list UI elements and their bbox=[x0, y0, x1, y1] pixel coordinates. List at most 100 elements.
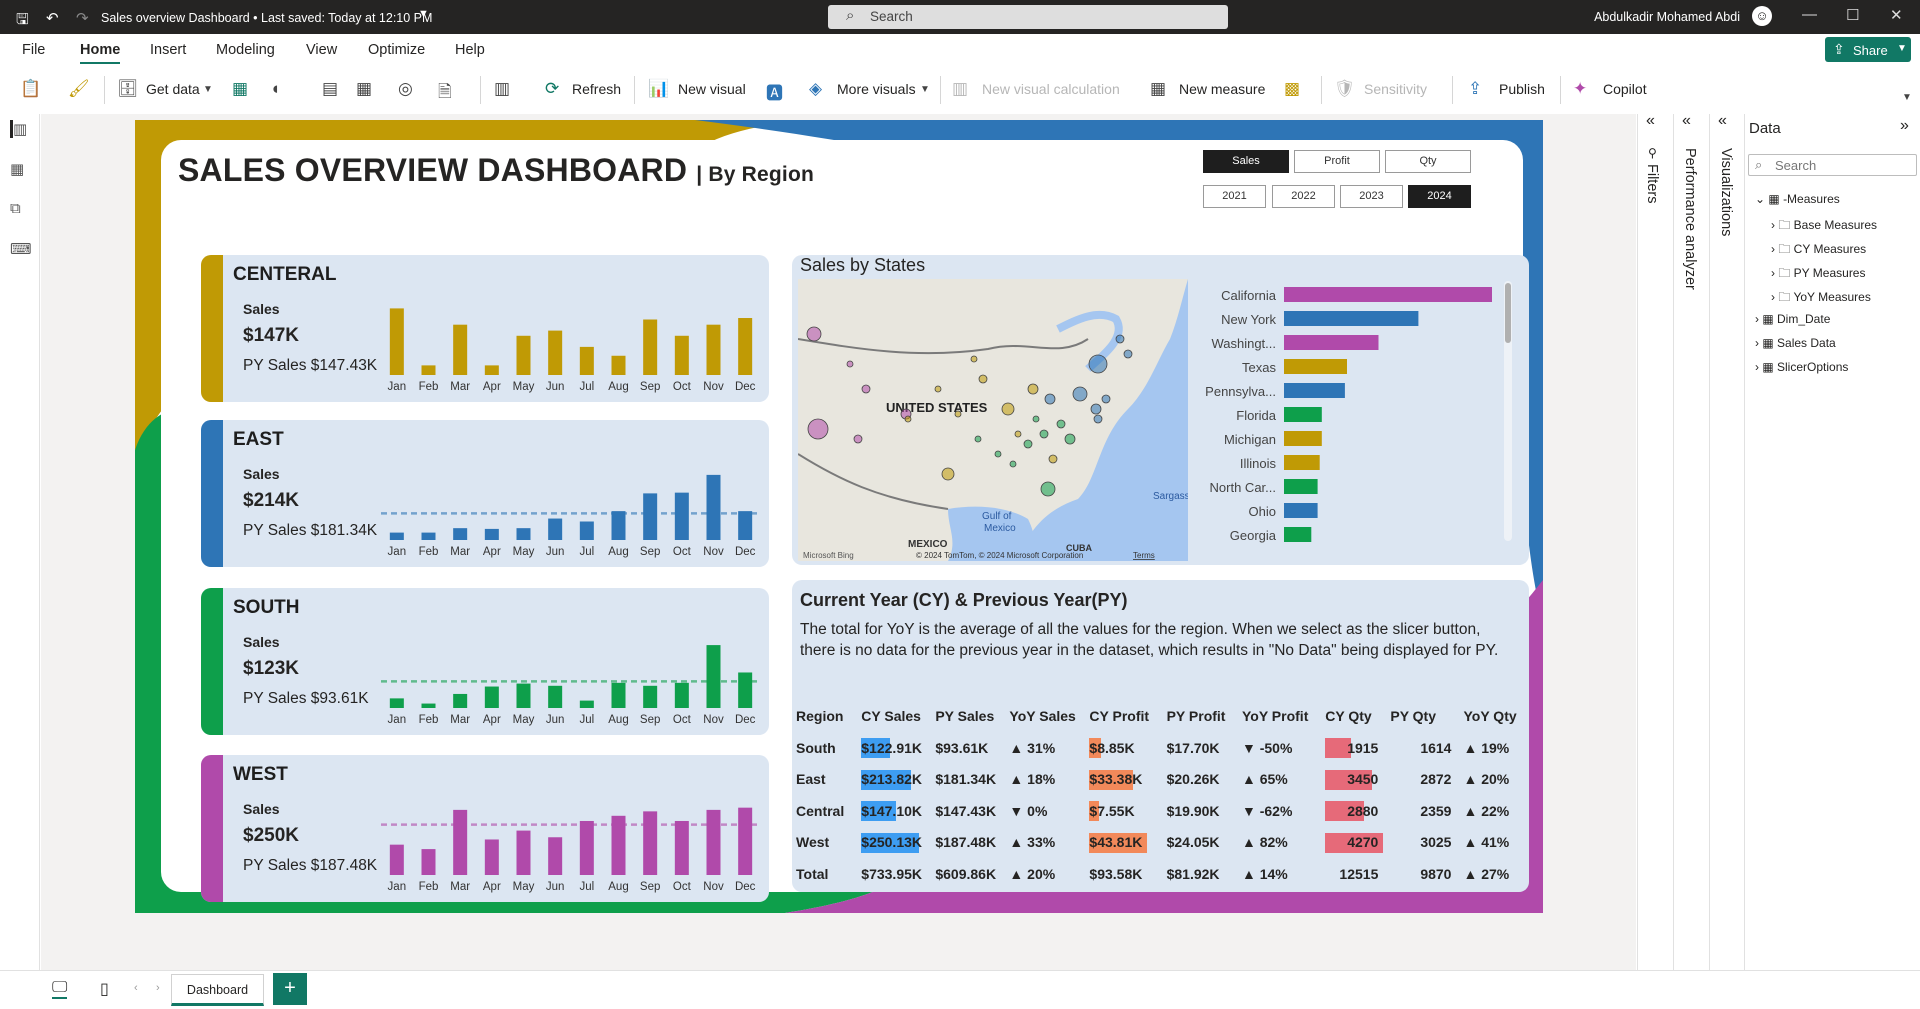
column-header[interactable]: PY Profit bbox=[1163, 700, 1238, 732]
month-bar[interactable] bbox=[674, 335, 689, 375]
state-bubble[interactable] bbox=[1001, 402, 1015, 416]
month-bar[interactable] bbox=[706, 645, 721, 708]
month-bar[interactable] bbox=[674, 820, 689, 875]
chevron-down-icon[interactable]: ▼ bbox=[920, 84, 930, 95]
expand-filters-icon[interactable]: « bbox=[1646, 112, 1655, 130]
month-bar[interactable] bbox=[611, 511, 626, 540]
month-bar[interactable] bbox=[674, 682, 689, 708]
month-bar[interactable] bbox=[421, 532, 436, 540]
tree-item-measures[interactable]: ⌄ ▦ -Measures bbox=[1755, 192, 1840, 206]
slicer-year-2021[interactable]: 2021 bbox=[1203, 185, 1266, 208]
column-header[interactable]: YoY Sales bbox=[1005, 700, 1085, 732]
slicer-sales[interactable]: Sales bbox=[1203, 150, 1289, 173]
state-bubble[interactable] bbox=[1027, 383, 1039, 395]
column-header[interactable]: YoY Qty bbox=[1459, 700, 1529, 732]
column-header[interactable]: CY Sales bbox=[857, 700, 931, 732]
monthly-sales-chart[interactable]: Jan Feb Mar Apr May Jun Jul Aug Sep Oct Nov Dec bbox=[381, 283, 761, 399]
table-view-icon[interactable]: ▦ bbox=[10, 160, 30, 178]
model-view-icon[interactable]: ⧉ bbox=[10, 200, 30, 218]
report-view-icon[interactable]: ▥ bbox=[10, 120, 30, 138]
state-bubble[interactable] bbox=[1088, 354, 1108, 374]
state-bubble[interactable] bbox=[1014, 430, 1022, 438]
month-bar[interactable] bbox=[484, 686, 499, 708]
table-row[interactable]: Central $147.10K $147.43K ▼ 0% $7.55K $19.90K… bbox=[792, 795, 1529, 827]
state-bubble[interactable] bbox=[934, 385, 942, 393]
state-bubble[interactable] bbox=[1032, 415, 1040, 423]
state-bubble[interactable] bbox=[1044, 393, 1056, 405]
month-bar[interactable] bbox=[548, 518, 563, 540]
table-row[interactable]: South $122.91K $93.61K ▲ 31% $8.85K $17.70K ▼ … bbox=[792, 732, 1529, 764]
month-bar[interactable] bbox=[611, 815, 626, 875]
dax-query-view-icon[interactable]: ⌨ bbox=[10, 240, 32, 258]
collapse-ribbon-icon[interactable]: ▼ bbox=[1902, 92, 1912, 103]
state-bubble[interactable] bbox=[904, 415, 912, 423]
menu-insert[interactable]: Insert bbox=[150, 42, 186, 58]
performance-analyzer-pane[interactable]: « Performance analyzer bbox=[1673, 112, 1698, 994]
onelake-icon[interactable]: ◖ bbox=[270, 79, 280, 99]
map-terms-link[interactable]: Terms bbox=[1133, 551, 1155, 560]
recent-sources-icon[interactable]: 🗎 bbox=[438, 79, 452, 108]
month-bar[interactable] bbox=[516, 528, 531, 540]
month-bar[interactable] bbox=[643, 685, 658, 708]
chevron-down-icon[interactable]: ▼ bbox=[418, 8, 429, 20]
filters-pane-collapsed[interactable]: « ⚲ Filters bbox=[1637, 112, 1660, 994]
month-bar[interactable] bbox=[421, 365, 436, 375]
monthly-sales-chart[interactable]: Jan Feb Mar Apr May Jun Jul Aug Sep Oct Nov Dec bbox=[381, 783, 761, 899]
month-bar[interactable] bbox=[706, 809, 721, 875]
expand-visualizations-icon[interactable]: « bbox=[1718, 112, 1727, 130]
slicer-qty[interactable]: Qty bbox=[1385, 150, 1471, 173]
month-bar[interactable] bbox=[389, 308, 404, 375]
minimize-icon[interactable]: — bbox=[1802, 6, 1817, 23]
month-bar[interactable] bbox=[516, 830, 531, 875]
column-header[interactable]: YoY Profit bbox=[1238, 700, 1321, 732]
paste-icon[interactable]: 📋 bbox=[20, 79, 41, 99]
share-button[interactable]: ⇪ Share ▼ bbox=[1825, 37, 1911, 62]
state-bubble[interactable] bbox=[970, 355, 978, 363]
us-map[interactable]: UNITED STATES Gulf of Mexico MEXICO CUBA… bbox=[798, 279, 1188, 561]
monthly-sales-chart[interactable]: Jan Feb Mar Apr May Jun Jul Aug Sep Oct Nov Dec bbox=[381, 616, 761, 732]
scrollbar-thumb[interactable] bbox=[1505, 283, 1511, 343]
state-bubble[interactable] bbox=[1023, 439, 1033, 449]
month-bar[interactable] bbox=[548, 685, 563, 708]
state-bar[interactable] bbox=[1284, 383, 1345, 398]
region-card-central[interactable]: CENTERAL Sales $147K PY Sales $147.43K J… bbox=[201, 255, 769, 402]
month-bar[interactable] bbox=[738, 511, 753, 540]
state-bar[interactable] bbox=[1284, 407, 1322, 422]
visualizations-pane[interactable]: « Visualizations bbox=[1709, 112, 1734, 994]
slicer-year-2023[interactable]: 2023 bbox=[1340, 185, 1403, 208]
state-bubble[interactable] bbox=[994, 450, 1002, 458]
state-bubble[interactable] bbox=[1123, 349, 1133, 359]
month-bar[interactable] bbox=[484, 839, 499, 875]
month-bar[interactable] bbox=[389, 532, 404, 540]
month-bar[interactable] bbox=[611, 682, 626, 708]
table-row[interactable]: Total $733.95K $609.86K ▲ 20% $93.58K $81.92K… bbox=[792, 858, 1529, 890]
month-bar[interactable] bbox=[453, 324, 468, 375]
state-bubble[interactable] bbox=[1039, 429, 1049, 439]
month-bar[interactable] bbox=[611, 355, 626, 375]
slicer-profit[interactable]: Profit bbox=[1294, 150, 1380, 173]
slicer-year-2024[interactable]: 2024 bbox=[1408, 185, 1471, 208]
state-bar[interactable] bbox=[1284, 503, 1318, 518]
state-bubble[interactable] bbox=[941, 467, 955, 481]
month-bar[interactable] bbox=[738, 807, 753, 875]
month-bar[interactable] bbox=[643, 493, 658, 540]
tree-item-yoy-measures[interactable]: › 🗀 YoY Measures bbox=[1771, 288, 1871, 309]
state-bubble[interactable] bbox=[846, 360, 854, 368]
month-bar[interactable] bbox=[579, 521, 594, 541]
state-bubble[interactable] bbox=[1064, 433, 1076, 445]
month-bar[interactable] bbox=[389, 698, 404, 708]
state-bubble[interactable] bbox=[1072, 386, 1088, 402]
month-bar[interactable] bbox=[389, 844, 404, 875]
table-row[interactable]: West $250.13K $187.48K ▲ 33% $43.81K $24.05K ▲… bbox=[792, 827, 1529, 859]
undo-icon[interactable]: ↶ bbox=[46, 9, 59, 27]
state-bar[interactable] bbox=[1284, 527, 1312, 542]
prev-page-icon[interactable]: ‹ bbox=[134, 982, 138, 994]
column-header[interactable]: CY Profit bbox=[1085, 700, 1162, 732]
next-page-icon[interactable]: › bbox=[156, 982, 160, 994]
mobile-layout-icon[interactable]: ▯ bbox=[100, 979, 109, 999]
month-bar[interactable] bbox=[484, 365, 499, 375]
month-bar[interactable] bbox=[738, 672, 753, 708]
menu-home[interactable]: Home bbox=[80, 42, 120, 58]
publish-button[interactable]: Publish bbox=[1499, 81, 1545, 97]
excel-icon[interactable]: ▦ bbox=[232, 79, 248, 99]
